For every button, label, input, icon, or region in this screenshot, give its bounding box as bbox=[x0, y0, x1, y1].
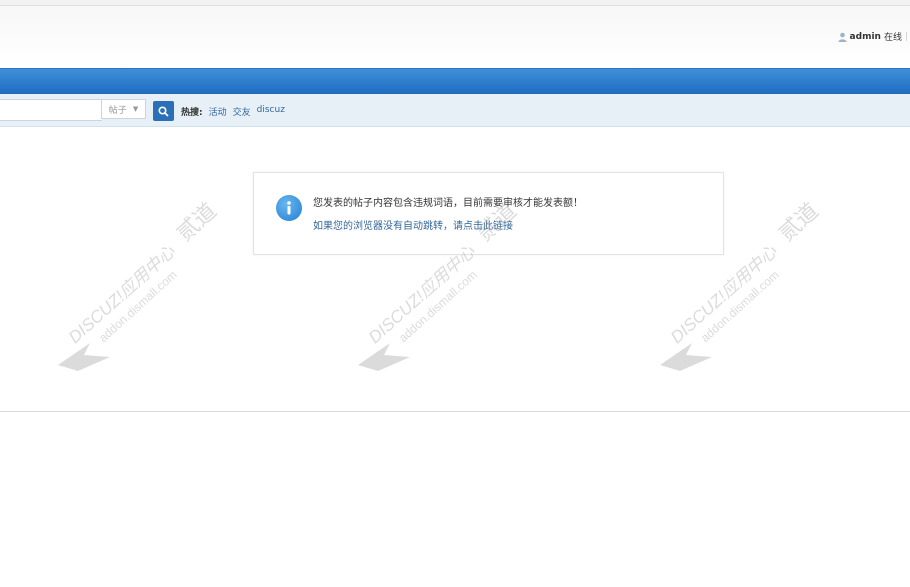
search-bar: 帖子 ▼ 热搜: 活动 交友 discuz bbox=[0, 94, 910, 127]
search-icon bbox=[158, 105, 169, 117]
watermark: DISCUZ!应用中心 addon.dismall.com 贰道 bbox=[660, 199, 824, 371]
search-type-label: 帖子 bbox=[108, 105, 127, 116]
main-nav-bar bbox=[0, 68, 910, 94]
caret-down-icon: ▼ bbox=[132, 105, 139, 113]
svg-text:DISCUZ!应用中心: DISCUZ!应用中心 bbox=[667, 241, 782, 347]
svg-text:DISCUZ!应用中心: DISCUZ!应用中心 bbox=[365, 241, 480, 347]
user-icon bbox=[838, 32, 847, 42]
hot-term-activity[interactable]: 活动 bbox=[209, 105, 227, 118]
search-button[interactable] bbox=[153, 101, 174, 121]
watermark: DISCUZ!应用中心 addon.dismall.com 贰道 bbox=[58, 199, 222, 371]
hot-term-discuz[interactable]: discuz bbox=[257, 105, 285, 118]
svg-text:贰道: 贰道 bbox=[472, 199, 521, 247]
svg-text:贰道: 贰道 bbox=[774, 199, 823, 247]
svg-text:贰道: 贰道 bbox=[172, 199, 221, 247]
site-header: admin 在线 | bbox=[0, 6, 910, 68]
search-input[interactable] bbox=[0, 99, 102, 121]
online-status[interactable]: 在线 bbox=[884, 30, 902, 43]
svg-text:DISCUZ!应用中心: DISCUZ!应用中心 bbox=[65, 241, 180, 347]
username-link[interactable]: admin bbox=[850, 32, 881, 42]
search-type-select[interactable]: 帖子 ▼ bbox=[101, 99, 146, 119]
hot-search: 热搜: 活动 交友 discuz bbox=[181, 105, 285, 118]
footer-divider bbox=[0, 411, 910, 412]
hot-search-label: 热搜: bbox=[181, 108, 203, 118]
watermark: DISCUZ!应用中心 addon.dismall.com 贰道 bbox=[358, 199, 522, 371]
hot-term-friends[interactable]: 交友 bbox=[233, 105, 251, 118]
user-info: admin 在线 | bbox=[838, 30, 908, 43]
separator: | bbox=[904, 31, 908, 42]
info-icon bbox=[276, 195, 302, 221]
